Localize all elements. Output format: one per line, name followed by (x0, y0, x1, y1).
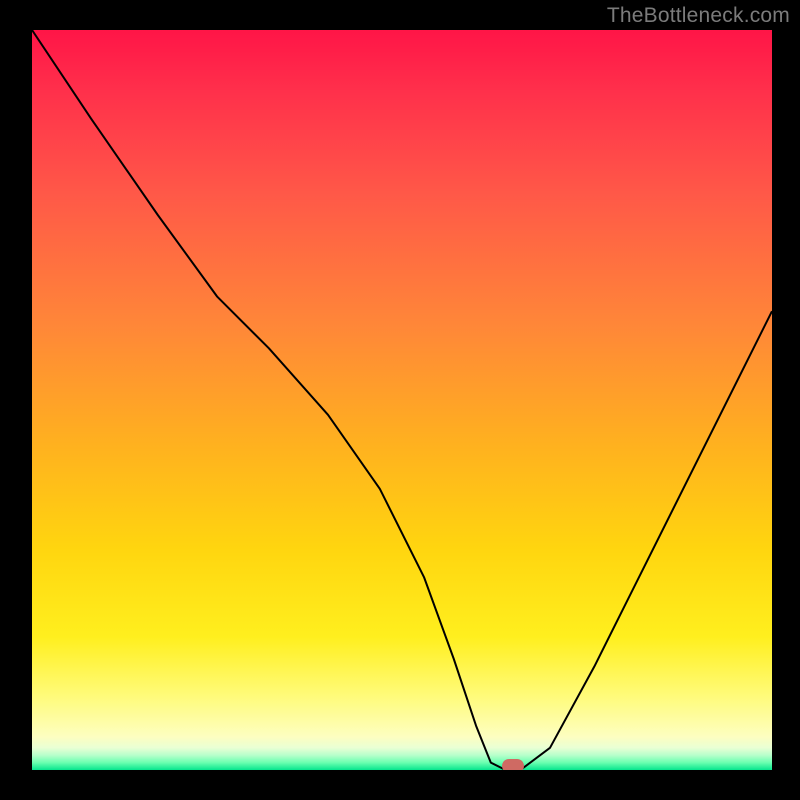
optimal-marker (502, 759, 524, 770)
plot-area (32, 30, 772, 770)
watermark-text: TheBottleneck.com (607, 4, 790, 28)
curve-path (32, 30, 772, 770)
chart-frame: TheBottleneck.com (0, 0, 800, 800)
bottleneck-curve (32, 30, 772, 770)
